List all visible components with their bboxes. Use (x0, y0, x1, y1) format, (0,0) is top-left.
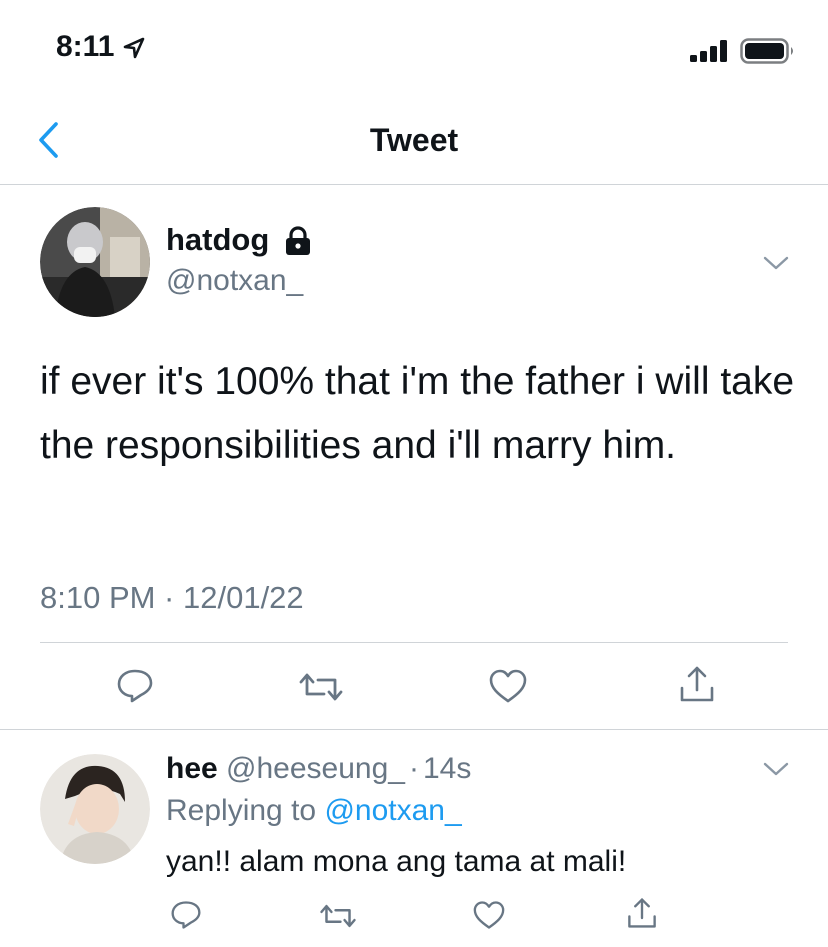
reply-icon[interactable] (116, 668, 154, 704)
page-title: Tweet (369, 122, 459, 158)
reply-separator: · (408, 752, 419, 785)
replying-to-label: Replying to (166, 794, 317, 827)
reply-handle[interactable]: @heeseung_ (226, 752, 405, 785)
timestamp-divider (40, 642, 788, 643)
tweet-display-name[interactable]: hatdog (166, 222, 269, 258)
signal-bars-icon (690, 40, 727, 62)
like-icon[interactable] (488, 668, 528, 704)
share-icon[interactable] (678, 664, 716, 704)
actions-divider (0, 729, 828, 730)
reply-icon[interactable] (170, 900, 202, 930)
tweet-handle[interactable]: @notxan_ (166, 264, 303, 298)
reply-text: yan!! alam mona ang tama at mali! (166, 845, 627, 878)
reply-time: 14s (422, 752, 472, 785)
battery-icon (740, 38, 793, 64)
share-icon[interactable] (626, 896, 658, 930)
reply-header: hee @heeseung_ · 14s (166, 752, 471, 786)
status-time: 8:11 (56, 30, 115, 63)
like-icon[interactable] (472, 900, 506, 930)
chevron-down-icon[interactable] (762, 760, 790, 778)
avatar[interactable] (40, 754, 150, 864)
tweet-timestamp: 8:10 PM · 12/01/22 (40, 580, 304, 615)
avatar[interactable] (40, 207, 150, 317)
location-arrow-icon (123, 37, 145, 59)
header-divider (0, 184, 828, 185)
reply-display-name[interactable]: hee (166, 752, 218, 785)
replying-to-link[interactable]: @notxan_ (324, 794, 461, 827)
replying-to-line: Replying to @notxan_ (166, 794, 462, 828)
tweet-text: if ever it's 100% that i'm the father i … (40, 360, 795, 467)
chevron-down-icon[interactable] (762, 254, 790, 272)
retweet-icon[interactable] (298, 670, 344, 704)
lock-icon (286, 226, 310, 255)
retweet-icon[interactable] (318, 902, 358, 930)
